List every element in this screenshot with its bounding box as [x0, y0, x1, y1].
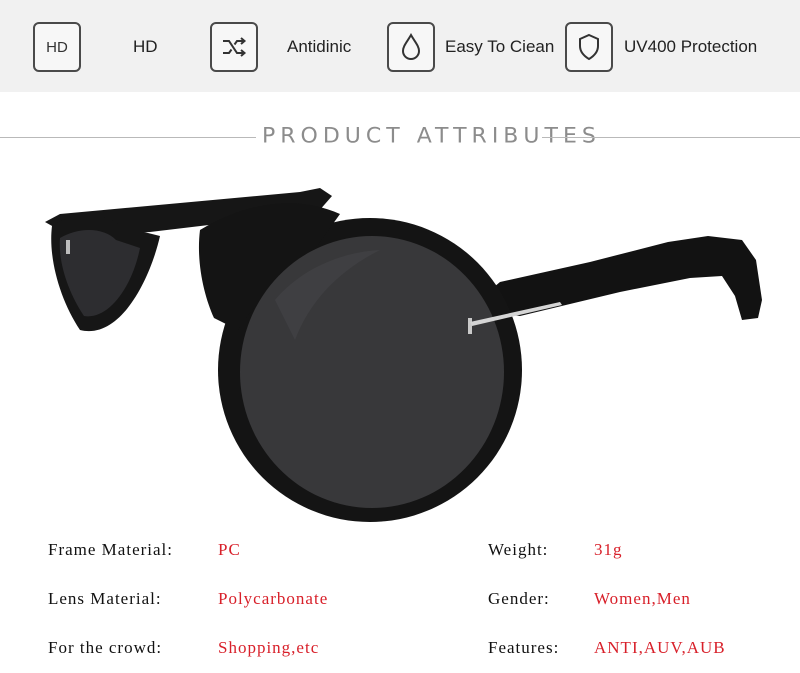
divider-right: [542, 137, 800, 138]
shield-icon: [565, 22, 613, 72]
hd-icon-text: HD: [46, 38, 68, 56]
feature-label-uv400: UV400 Protection: [624, 37, 758, 56]
right-temple-arm: [488, 236, 762, 320]
attr-label-lens-material: Lens Material:: [48, 589, 162, 608]
left-hinge-accent: [66, 240, 70, 254]
hd-icon: HD: [33, 22, 81, 72]
front-lens: [240, 236, 504, 508]
attr-value-crowd: Shopping,etc: [218, 638, 320, 657]
attr-label-crowd: For the crowd:: [48, 638, 163, 657]
attr-label-gender: Gender:: [488, 589, 550, 608]
section-title-row: PRODUCT ATTRIBUTES: [0, 122, 800, 152]
attr-value-lens-material: Polycarbonate: [218, 589, 329, 608]
feature-label-hd: HD: [133, 37, 158, 56]
attr-value-weight: 31g: [594, 540, 623, 559]
attr-label-weight: Weight:: [488, 540, 549, 559]
hinge-accent-vertical: [468, 318, 472, 334]
feature-label-easy-clean: Easy To Ciean: [445, 37, 555, 56]
divider-left: [0, 137, 256, 138]
shuffle-arrows-icon: [210, 22, 258, 72]
feature-label-antidinic: Antidinic: [287, 37, 352, 56]
water-drop-icon: [387, 22, 435, 72]
attr-label-frame-material: Frame Material:: [48, 540, 173, 559]
feature-bar: HD HD Antidinic Easy To Ciean UV400 Prot…: [0, 0, 800, 92]
attr-value-frame-material: PC: [218, 540, 241, 559]
sunglasses-image: [45, 188, 762, 522]
attr-value-features: ANTI,AUV,AUB: [594, 638, 726, 657]
attr-label-features: Features:: [488, 638, 560, 657]
attr-value-gender: Women,Men: [594, 589, 691, 608]
